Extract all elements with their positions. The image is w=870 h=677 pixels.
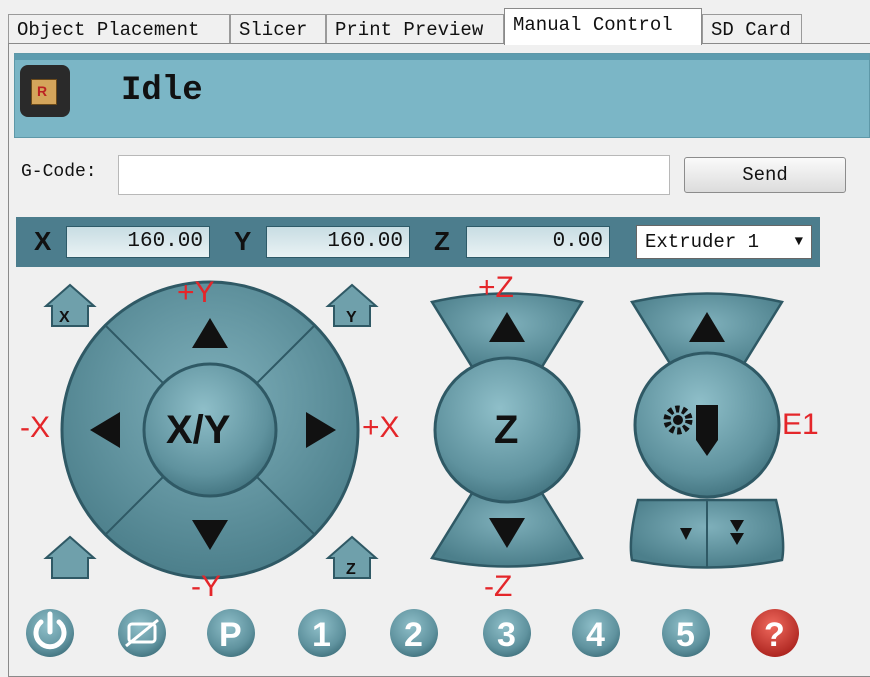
home-x-icon[interactable]: X	[43, 283, 97, 327]
preset-4-label: 4	[586, 616, 605, 654]
xy-home-button[interactable]: X/Y	[166, 408, 230, 453]
preset-2-button[interactable]: 2	[390, 609, 438, 657]
home-z-icon[interactable]: Z	[325, 535, 379, 579]
power-button[interactable]	[26, 609, 74, 657]
preset-5-button[interactable]: 5	[662, 609, 710, 657]
plus-y-label: +Y	[177, 276, 215, 309]
svg-text:Z: Z	[346, 561, 356, 578]
minus-x-label: -X	[20, 411, 50, 444]
tab-manual-control[interactable]: Manual Control	[504, 8, 702, 45]
preset-2-label: 2	[404, 616, 423, 654]
preset-5-label: 5	[676, 616, 695, 654]
minus-y-label: -Y	[191, 570, 221, 603]
fan-off-button[interactable]	[118, 609, 166, 657]
svg-text:X: X	[59, 309, 70, 326]
parking-button[interactable]: P	[207, 609, 255, 657]
preset-4-button[interactable]: 4	[572, 609, 620, 657]
svg-text:Y: Y	[346, 309, 357, 326]
home-y-icon[interactable]: Y	[325, 283, 379, 327]
extruder-label: E1	[782, 408, 819, 441]
svg-text:?: ?	[764, 616, 785, 654]
minus-z-label: -Z	[484, 570, 513, 603]
preset-3-button[interactable]: 3	[483, 609, 531, 657]
plus-z-label: +Z	[478, 271, 514, 304]
extruder-jog-pad	[629, 292, 785, 569]
z-home-button[interactable]: Z	[494, 408, 518, 453]
home-all-icon[interactable]	[43, 535, 97, 579]
svg-text:P: P	[219, 616, 242, 654]
preset-1-label: 1	[312, 616, 331, 654]
preset-1-button[interactable]: 1	[298, 609, 346, 657]
jog-controls: X Y Z P 1 2 3 4 5 ?	[26, 280, 799, 657]
help-button[interactable]: ?	[751, 609, 799, 657]
plus-x-label: +X	[362, 411, 400, 444]
preset-3-label: 3	[497, 616, 516, 654]
